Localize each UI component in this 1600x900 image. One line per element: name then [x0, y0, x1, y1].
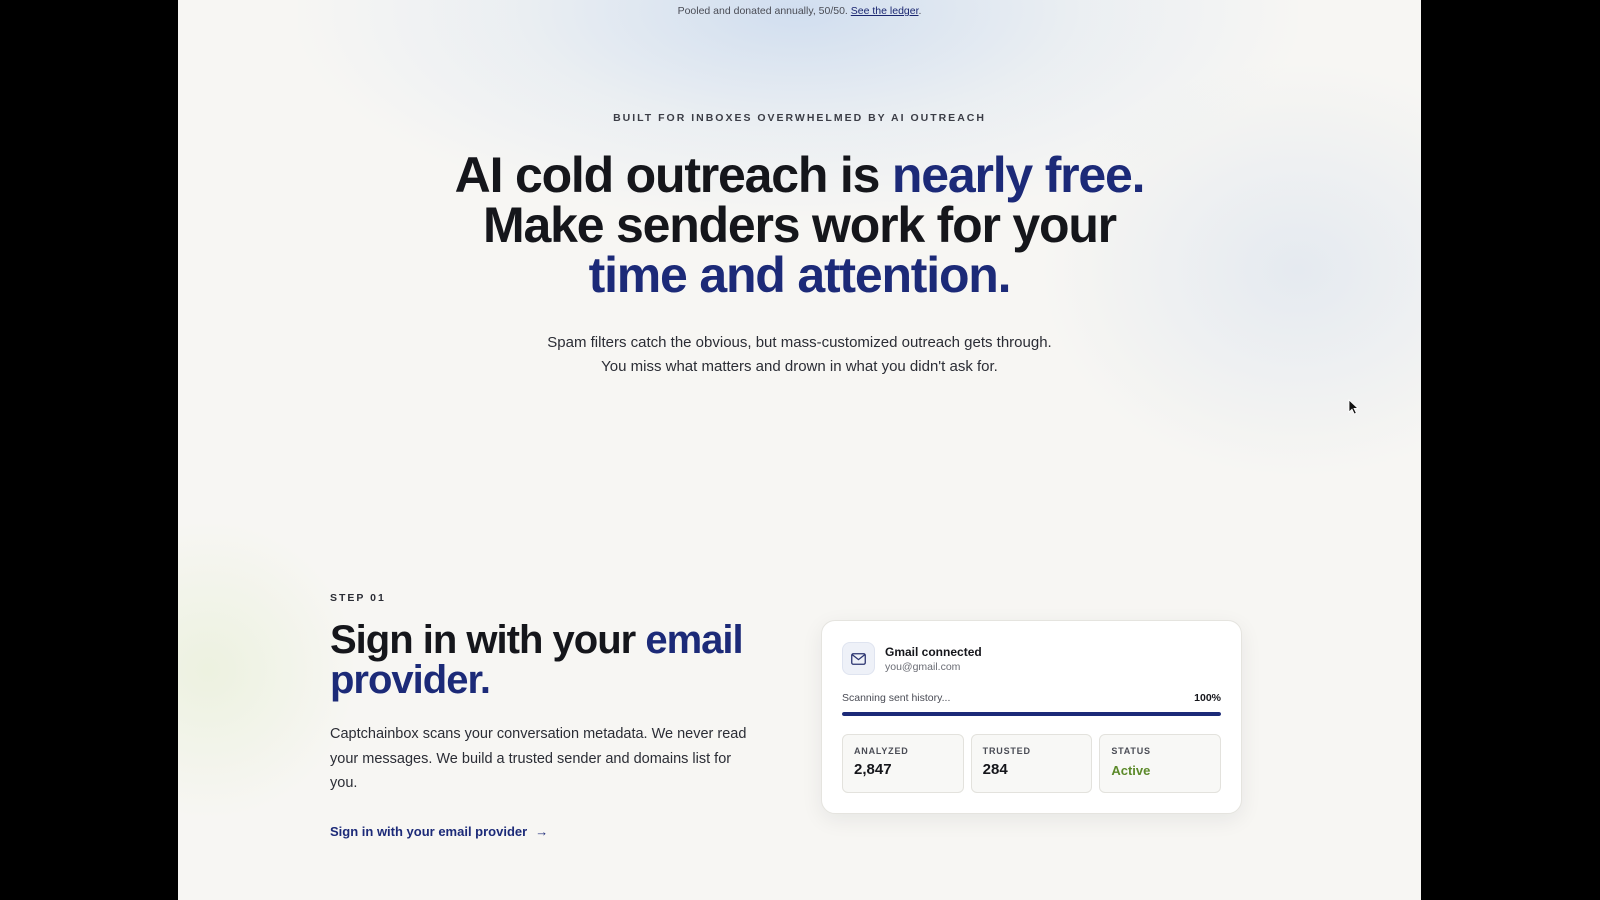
- scan-progress-fill: [842, 712, 1221, 716]
- stat-status: STATUS Active: [1099, 734, 1222, 793]
- stat-analyzed: ANALYZED 2,847: [842, 734, 964, 793]
- scan-status-label: Scanning sent history...: [842, 692, 951, 704]
- see-ledger-link[interactable]: See the ledger: [851, 5, 919, 17]
- hero-headline: AI cold outreach is nearly free. Make se…: [454, 147, 1146, 303]
- step-title: Sign in with your email provider.: [330, 618, 744, 702]
- gmail-connected-card: Gmail connected you@gmail.com Scanning s…: [821, 620, 1242, 814]
- status-badge: Active: [1111, 763, 1151, 778]
- step-label: STEP 01: [330, 592, 386, 604]
- stat-trusted: TRUSTED 284: [970, 734, 1093, 793]
- donation-note: Pooled and donated annually, 50/50. See …: [677, 5, 922, 17]
- donation-note-text: Pooled and donated annually, 50/50.: [677, 5, 848, 17]
- stats-row: ANALYZED 2,847 TRUSTED 284 STATUS Active: [842, 734, 1222, 793]
- connection-title: Gmail connected: [885, 645, 982, 659]
- hero-eyebrow: BUILT FOR INBOXES OVERWHELMED BY AI OUTR…: [613, 112, 986, 124]
- mail-icon: [842, 642, 875, 675]
- scan-progress-bar: [842, 712, 1221, 716]
- scan-percent: 100%: [1194, 692, 1221, 704]
- landing-page: Pooled and donated annually, 50/50. See …: [178, 0, 1421, 900]
- connected-email: you@gmail.com: [885, 661, 961, 673]
- sign-in-email-provider-link[interactable]: Sign in with your email provider →: [330, 824, 548, 839]
- mouse-cursor-icon: [1348, 399, 1360, 415]
- step-description: Captchainbox scans your conversation met…: [330, 726, 747, 791]
- arrow-right-icon: →: [535, 824, 549, 839]
- hero-subtext: Spam filters catch the obvious, but mass…: [547, 334, 1052, 375]
